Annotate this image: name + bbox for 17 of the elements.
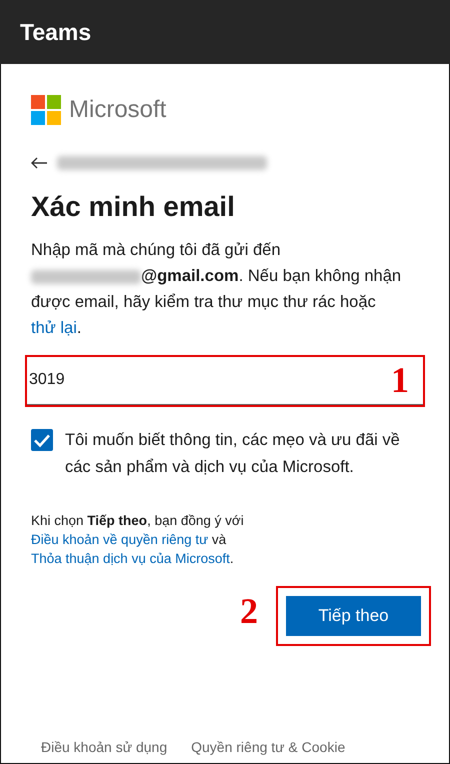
consent-checkbox[interactable] — [31, 429, 53, 451]
brand-name: Microsoft — [69, 96, 166, 124]
back-arrow-icon[interactable] — [31, 157, 47, 169]
instruction-text: Nhập mã mà chúng tôi đã gửi đến @gmail.com. Nếu bạn không nhận được email, hãy kiểm tra thư mục thư rác hoặc thử lại. — [31, 240, 402, 339]
microsoft-logo-icon — [31, 95, 61, 125]
footer-link[interactable]: Điều khoản sử dụng — [41, 739, 168, 755]
footer-link[interactable]: Quyền riêng tư & Cookie — [191, 739, 346, 755]
annotation-number: 1 — [391, 362, 409, 398]
terms-link[interactable]: Thỏa thuận dịch vụ của Microsoft — [31, 551, 230, 566]
legal-text: Khi chọn Tiếp theo, bạn đồng ý với Điều khoản về quyền riêng tư và Thỏa thuận dịch vụ của Microsoft. — [31, 512, 245, 568]
next-button[interactable]: Tiếp theo — [286, 596, 421, 636]
retry-link[interactable]: thử lại — [31, 319, 77, 337]
page-heading: Xác minh email — [31, 191, 236, 223]
annotation-number: 2 — [240, 593, 258, 629]
consent-label: Tôi muốn biết thông tin, các mẹo và ưu đãi về các sản phẩm và dịch vụ của Microsoft. — [65, 430, 401, 478]
terms-link[interactable]: Điều khoản về quyền riêng tư — [31, 532, 208, 547]
app-title: Teams — [20, 18, 92, 46]
